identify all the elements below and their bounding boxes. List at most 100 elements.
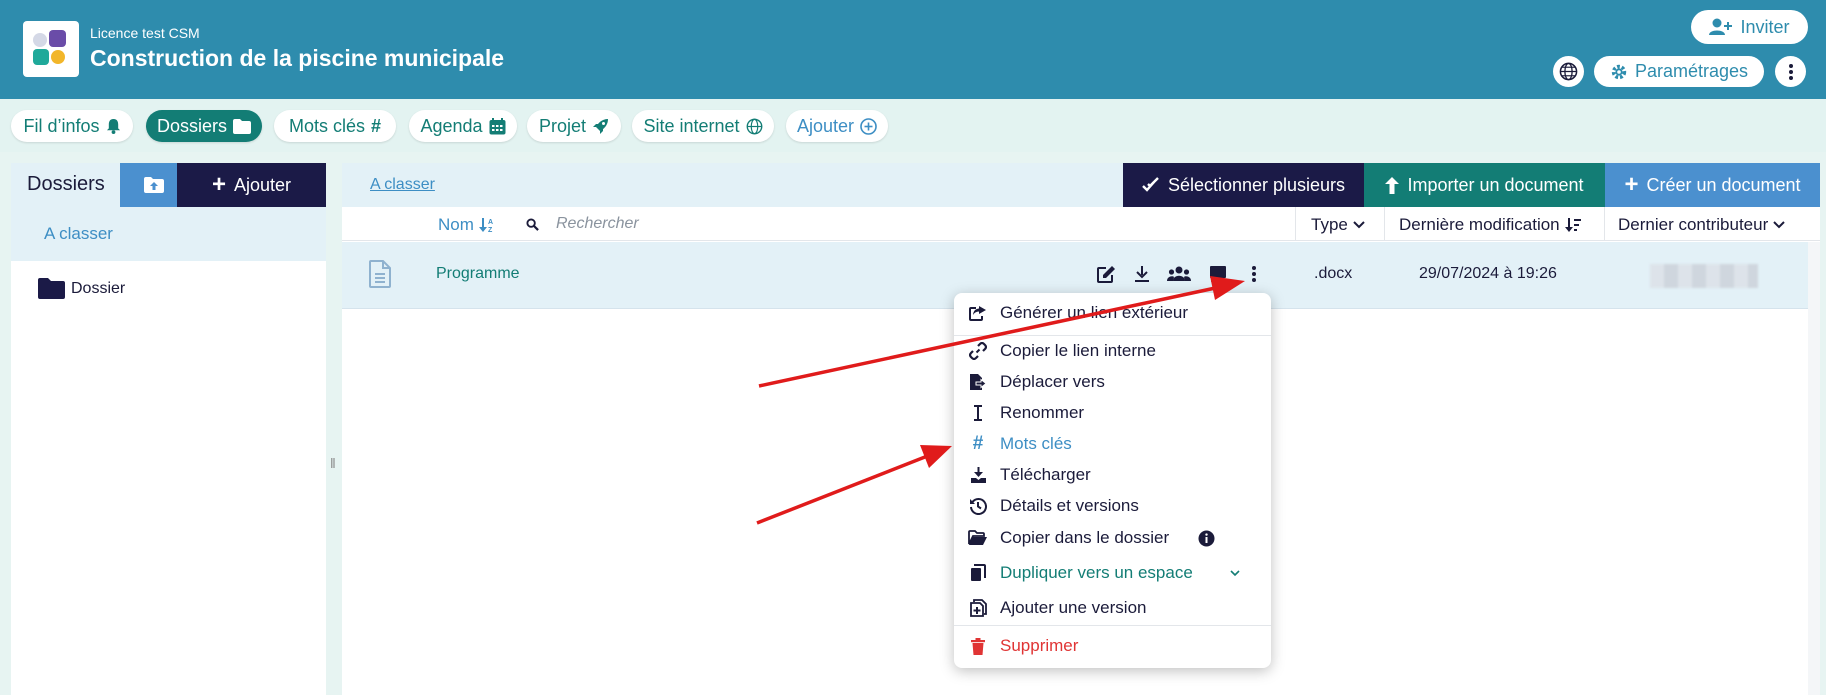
edit-button[interactable] [1094, 262, 1118, 286]
share-users-button[interactable] [1167, 262, 1191, 286]
menu-item-keywords[interactable]: # Mots clés [954, 429, 1271, 459]
trash-icon [968, 636, 988, 656]
hashtag-icon: # [972, 433, 984, 454]
sidebar-item-a-classer[interactable]: A classer [11, 207, 326, 261]
invite-button[interactable]: Inviter [1691, 10, 1808, 44]
select-multiple-button[interactable]: Sélectionner plusieurs [1123, 163, 1364, 207]
rocket-icon [593, 118, 609, 134]
document-icon [369, 260, 391, 288]
download-icon [1135, 266, 1149, 282]
context-menu: Générer un lien extérieur Copier le lien… [954, 293, 1271, 668]
globe-icon [1559, 62, 1578, 81]
menu-item-rename[interactable]: Renommer [954, 398, 1271, 428]
column-last-contributor[interactable]: Dernier contributeur [1618, 215, 1785, 235]
tab-projet[interactable]: Projet [527, 110, 621, 142]
settings-button[interactable]: Paramétrages [1594, 56, 1764, 87]
gear-icon [1611, 64, 1627, 79]
calendar-icon [489, 117, 506, 134]
folders-panel: Dossiers + Ajouter A classer Dossier [11, 163, 326, 695]
column-divider [1384, 207, 1385, 241]
app-header: Licence test CSM Construction de la pisc… [0, 0, 1826, 99]
svg-text:Z: Z [488, 227, 493, 233]
licence-label: Licence test CSM [90, 25, 200, 41]
column-type[interactable]: Type [1311, 215, 1365, 235]
menu-item-download[interactable]: Télécharger [954, 460, 1271, 490]
arrow-up-icon [1385, 176, 1400, 194]
text-cursor-icon [968, 403, 988, 423]
tab-ajouter[interactable]: Ajouter [786, 110, 888, 142]
tab-dossiers[interactable]: Dossiers [146, 110, 262, 142]
table-header: Nom AZ Rechercher Type Dernière modifica… [342, 207, 1820, 241]
copy-icon [968, 563, 988, 583]
sidebar-item-dossier[interactable]: Dossier [38, 278, 125, 299]
tab-site-internet[interactable]: Site internet [632, 110, 774, 142]
tab-fil-infos[interactable]: Fil d’infos [11, 110, 133, 142]
document-modified: 29/07/2024 à 19:26 [1419, 265, 1557, 282]
folder-icon [233, 118, 251, 134]
language-button[interactable] [1553, 56, 1584, 87]
menu-divider [954, 625, 1271, 626]
info-icon[interactable] [1198, 530, 1215, 547]
menu-item-external-link[interactable]: Générer un lien extérieur [954, 298, 1271, 328]
hashtag-icon: # [371, 115, 382, 136]
header-more-button[interactable] [1775, 56, 1806, 87]
bell-icon [106, 118, 120, 134]
settings-label: Paramétrages [1634, 61, 1749, 81]
menu-item-add-version[interactable]: Ajouter une version [954, 593, 1271, 623]
column-divider [1604, 207, 1605, 241]
row-more-button[interactable] [1242, 262, 1266, 286]
app-logo[interactable] [23, 21, 79, 77]
download-icon [968, 465, 988, 485]
vertical-dots-icon [1788, 63, 1793, 80]
document-name[interactable]: Programme [436, 265, 520, 283]
tab-agenda[interactable]: Agenda [409, 110, 517, 142]
folder-upload-icon [144, 177, 164, 193]
chevron-down-icon [1353, 221, 1365, 229]
menu-item-delete[interactable]: Supprimer [954, 631, 1271, 661]
create-document-button[interactable]: + Créer un document [1605, 163, 1820, 207]
globe-icon [746, 118, 762, 134]
users-icon [1167, 266, 1191, 281]
invite-label: Inviter [1740, 16, 1790, 37]
add-folder-button[interactable]: + Ajouter [177, 163, 326, 207]
search-field[interactable]: Rechercher [526, 215, 639, 233]
import-document-button[interactable]: Importer un document [1364, 163, 1605, 207]
contributor-avatar-blurred [1650, 264, 1758, 288]
menu-item-copy-internal-link[interactable]: Copier le lien interne [954, 336, 1271, 366]
comment-button[interactable] [1206, 262, 1230, 286]
menu-item-details-versions[interactable]: Détails et versions [954, 491, 1271, 521]
document-type: .docx [1314, 265, 1353, 282]
move-file-icon [968, 372, 988, 392]
tab-mots-cles[interactable]: Mots clés # [274, 110, 396, 142]
project-title: Construction de la piscine municipale [90, 45, 505, 71]
chevron-down-icon [1773, 221, 1785, 229]
double-check-icon [1142, 177, 1159, 192]
panel-resize-handle[interactable]: ‖ [330, 455, 336, 471]
download-button[interactable] [1130, 262, 1154, 286]
menu-item-copy-to-folder[interactable]: Copier dans le dossier [954, 523, 1271, 553]
comment-icon [1210, 266, 1226, 282]
column-divider [1295, 207, 1296, 241]
folder-open-icon [968, 528, 988, 548]
search-icon [526, 217, 539, 231]
edit-icon [1096, 266, 1115, 283]
documents-toolbar: A classer Sélectionner plusieurs Importe… [342, 163, 1820, 207]
module-tabs: Fil d’infos Dossiers Mots clés # Agenda … [0, 99, 1826, 152]
svg-text:A: A [488, 219, 493, 226]
menu-item-move-to[interactable]: Déplacer vers [954, 367, 1271, 397]
sort-desc-icon [1564, 218, 1581, 232]
user-plus-icon [1709, 18, 1733, 35]
link-icon [968, 341, 988, 361]
column-name[interactable]: Nom AZ [438, 215, 495, 235]
vertical-dots-icon [1252, 266, 1256, 282]
search-input[interactable]: Rechercher [556, 215, 639, 233]
history-icon [968, 496, 988, 516]
column-last-modified[interactable]: Dernière modification [1399, 215, 1581, 235]
plus-circle-icon [860, 117, 877, 135]
chevron-down-icon [1230, 569, 1240, 576]
folder-icon [38, 278, 65, 299]
scrollbar[interactable] [1808, 242, 1820, 695]
breadcrumb[interactable]: A classer [370, 176, 435, 194]
file-plus-icon [968, 598, 988, 618]
menu-item-duplicate-to-space[interactable]: Dupliquer vers un espace [954, 558, 1271, 588]
